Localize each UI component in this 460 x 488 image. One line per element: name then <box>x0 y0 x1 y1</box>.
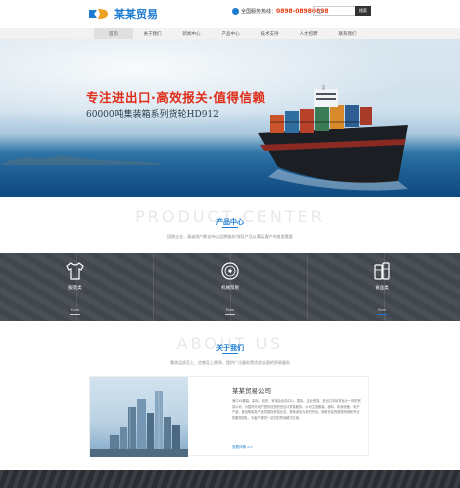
logo-text: 某某贸易 <box>114 8 158 21</box>
nav-item-about[interactable]: 关于我们 <box>133 28 172 39</box>
more-link[interactable]: More <box>55 308 95 312</box>
more-link[interactable]: More <box>210 308 250 312</box>
hero-banner[interactable]: 专注进出口·高效报关·值得信赖 60000吨集装箱系列货轮HD912 <box>0 39 460 197</box>
site-header: 某某贸易 全国服务热线： 0898-08980898 搜索 <box>0 0 460 28</box>
about-description: 秉承品质至上、信誉至上原则、提供广泛服务等优质全面的贸易服务 <box>170 360 290 365</box>
phone-icon <box>232 8 239 15</box>
logo-icon <box>89 9 108 19</box>
product-label: 食品类 <box>375 286 389 291</box>
shirt-icon <box>66 262 84 280</box>
about-title: 关于我们 <box>216 344 244 352</box>
more-link[interactable]: More <box>362 308 402 312</box>
products-title: 产品中心 <box>216 218 244 226</box>
nav-item-products[interactable]: 产品中心 <box>211 28 250 39</box>
news-band <box>0 470 460 488</box>
banner-subslogan: 60000吨集装箱系列货轮HD912 <box>86 110 219 120</box>
nav-item-home[interactable]: 首页 <box>94 28 133 39</box>
city-skyline-image <box>90 377 188 457</box>
company-name: 某某贸易公司 <box>232 387 271 395</box>
products-band: 服装类 More 机械贸易 More 食品类 More <box>0 253 460 321</box>
search-icon <box>317 8 322 14</box>
product-label: 服装类 <box>68 286 82 291</box>
about-paragraph: 海口XX服装、染料、纺织、家电及玩具中心，国际、企业贸易、进出口中转货运为一体的… <box>232 399 361 420</box>
nav-item-news[interactable]: 新闻中心 <box>172 28 211 39</box>
nav-item-support[interactable]: 技术支持 <box>250 28 289 39</box>
search-button[interactable]: 搜索 <box>355 6 371 16</box>
logo[interactable]: 某某贸易 <box>88 5 158 23</box>
products-heading: PRODUCT CENTER 产品中心 回馈企业、真诚用户都支持以品牌服务!保证… <box>0 203 460 245</box>
title-underline <box>222 227 238 228</box>
about-more-link[interactable]: 查看详情 >> <box>232 445 253 450</box>
main-nav: 首页 关于我们 新闻中心 产品中心 技术支持 人才招聘 联系我们 <box>0 28 460 39</box>
about-heading: ABOUT US 关于我们 秉承品质至上、信誉至上原则、提供广泛服务等优质全面的… <box>0 330 460 370</box>
about-text-block: 某某贸易公司 海口XX服装、染料、纺织、家电及玩具中心，国际、企业贸易、进出口中… <box>232 385 362 421</box>
cargo-ship-image <box>258 85 408 191</box>
products-description: 回馈企业、真诚用户都支持以品牌服务!保证产品以满足客户的各类需要 <box>167 234 293 239</box>
disc-icon <box>221 262 239 280</box>
food-icon <box>374 262 390 280</box>
skyline-graphic <box>90 391 188 457</box>
about-card: 某某贸易公司 海口XX服装、染料、纺织、家电及玩具中心，国际、企业贸易、进出口中… <box>89 376 369 457</box>
banner-slogan: 专注进出口·高效报关·值得信赖 <box>86 90 266 105</box>
nav-item-jobs[interactable]: 人才招聘 <box>289 28 328 39</box>
nav-item-contact[interactable]: 联系我们 <box>328 28 367 39</box>
island-silhouette <box>0 155 160 165</box>
product-label: 机械贸易 <box>221 286 239 291</box>
hotline-label: 全国服务热线： <box>241 9 277 15</box>
title-underline <box>222 353 238 354</box>
